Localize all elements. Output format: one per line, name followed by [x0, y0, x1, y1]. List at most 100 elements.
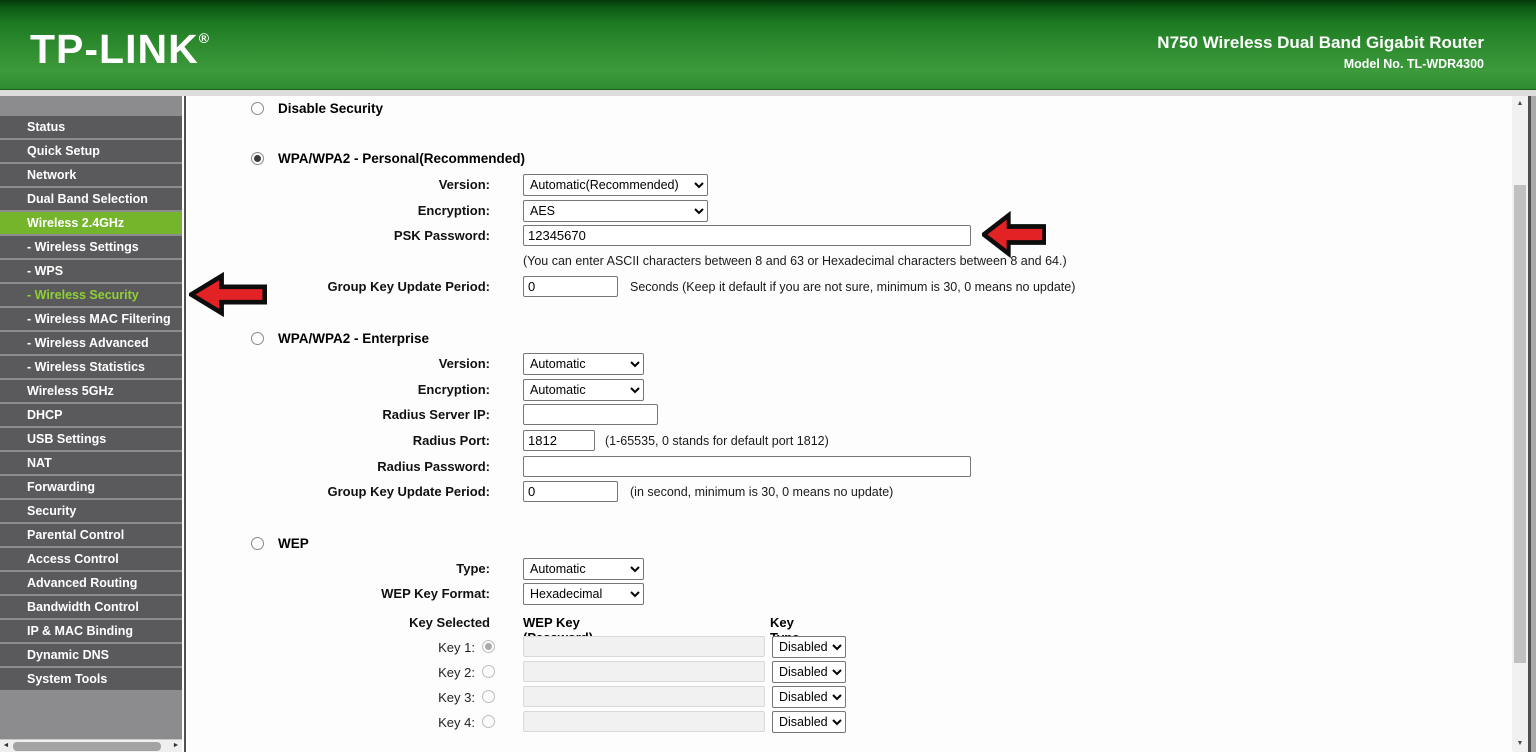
key3-radio[interactable] [482, 690, 495, 703]
wpa-enterprise-option[interactable]: WPA/WPA2 - Enterprise [251, 330, 429, 347]
ent-encryption-select[interactable]: Automatic [523, 379, 644, 401]
sidebar-item-wireless-statistics[interactable]: - Wireless Statistics [0, 356, 182, 378]
wep-key-format-label: WEP Key Format: [381, 586, 490, 601]
disable-security-radio[interactable] [251, 102, 264, 115]
key2-input[interactable] [523, 661, 765, 682]
key2-label: Key 2: [438, 665, 475, 680]
radius-port-hint: (1-65535, 0 stands for default port 1812… [605, 434, 829, 448]
key3-label: Key 3: [438, 690, 475, 705]
ent-version-label: Version: [438, 356, 490, 371]
key-selected-header: Key Selected [409, 615, 490, 630]
sidebar-item-wireless-mac-filtering[interactable]: - Wireless MAC Filtering [0, 308, 182, 330]
radius-password-label: Radius Password: [377, 459, 490, 474]
sidebar-item-wireless-security[interactable]: - Wireless Security [0, 284, 182, 306]
radius-password-input[interactable] [523, 456, 971, 477]
sidebar-horizontal-scrollbar[interactable]: ◄ ► [0, 739, 182, 752]
version-select[interactable]: Automatic(Recommended) [523, 174, 708, 196]
key1-input[interactable] [523, 636, 765, 657]
ent-group-key-update-input[interactable] [523, 481, 618, 502]
psk-password-hint: (You can enter ASCII characters between … [523, 254, 1067, 268]
sidebar-item-dhcp[interactable]: DHCP [0, 404, 182, 426]
sidebar-item-forwarding[interactable]: Forwarding [0, 476, 182, 498]
sidebar-item-access-control[interactable]: Access Control [0, 548, 182, 570]
sidebar-divider [184, 96, 186, 752]
encryption-select[interactable]: AES [523, 200, 708, 222]
key1-radio[interactable] [482, 640, 495, 653]
radius-server-ip-input[interactable] [523, 404, 658, 425]
sidebar-item-wps[interactable]: - WPS [0, 260, 182, 282]
key2-radio[interactable] [482, 665, 495, 678]
wep-radio[interactable] [251, 537, 264, 550]
key3-input[interactable] [523, 686, 765, 707]
sidebar-item-wireless-24ghz[interactable]: Wireless 2.4GHz [0, 212, 182, 234]
sidebar-item-security[interactable]: Security [0, 500, 182, 522]
ent-version-select[interactable]: Automatic [523, 353, 644, 375]
ent-group-key-update-hint: (in second, minimum is 30, 0 means no up… [630, 485, 894, 499]
tplink-logo: TP-LINK® [30, 26, 210, 73]
disable-security-label: Disable Security [278, 101, 384, 116]
router-admin-page: TP-LINK® N750 Wireless Dual Band Gigabit… [0, 0, 1536, 752]
sidebar-item-quick-setup[interactable]: Quick Setup [0, 140, 182, 162]
sidebar-item-network[interactable]: Network [0, 164, 182, 186]
sidebar-item-wireless-settings[interactable]: - Wireless Settings [0, 236, 182, 258]
wpa-enterprise-radio[interactable] [251, 332, 264, 345]
sidebar-menu: Status Quick Setup Network Dual Band Sel… [0, 96, 182, 752]
vertical-scrollbar[interactable]: ▲ ▼ [1512, 96, 1528, 752]
horizontal-scrollbar-thumb[interactable] [13, 742, 161, 751]
sidebar-item-dynamic-dns[interactable]: Dynamic DNS [0, 644, 182, 666]
radius-port-label: Radius Port: [412, 433, 490, 448]
sidebar-item-wireless-advanced[interactable]: - Wireless Advanced [0, 332, 182, 354]
sidebar-item-usb-settings[interactable]: USB Settings [0, 428, 182, 450]
wpa-personal-label: WPA/WPA2 - Personal(Recommended) [278, 151, 526, 166]
sidebar-item-nat[interactable]: NAT [0, 452, 182, 474]
sidebar-item-status[interactable]: Status [0, 116, 182, 138]
wpa-personal-option[interactable]: WPA/WPA2 - Personal(Recommended) [251, 150, 525, 167]
sidebar-item-bandwidth-control[interactable]: Bandwidth Control [0, 596, 182, 618]
key4-radio[interactable] [482, 715, 495, 728]
scroll-right-icon[interactable]: ► [171, 742, 181, 749]
wireless-security-form: Disable Security WPA/WPA2 - Personal(Rec… [187, 96, 1512, 752]
ent-encryption-label: Encryption: [417, 382, 490, 397]
wep-option[interactable]: WEP [251, 535, 309, 552]
key3-type-select[interactable]: Disabled [772, 686, 846, 708]
psk-password-input[interactable] [523, 225, 971, 246]
wpa-enterprise-label: WPA/WPA2 - Enterprise [278, 331, 430, 346]
sidebar-item-advanced-routing[interactable]: Advanced Routing [0, 572, 182, 594]
radius-server-ip-label: Radius Server IP: [382, 407, 490, 422]
vertical-scrollbar-thumb[interactable] [1514, 185, 1526, 663]
scroll-down-icon[interactable]: ▼ [1512, 736, 1528, 751]
sidebar-item-wireless-5ghz[interactable]: Wireless 5GHz [0, 380, 182, 402]
sidebar-item-system-tools[interactable]: System Tools [0, 668, 182, 690]
wpa-personal-radio[interactable] [251, 152, 264, 165]
right-edge-strip [1531, 96, 1536, 752]
product-title: N750 Wireless Dual Band Gigabit Router [1157, 33, 1484, 52]
sidebar-item-ip-mac-binding[interactable]: IP & MAC Binding [0, 620, 182, 642]
version-label: Version: [438, 177, 490, 192]
key1-label: Key 1: [438, 640, 475, 655]
encryption-label: Encryption: [417, 203, 490, 218]
wep-label: WEP [278, 536, 309, 551]
logo-text: TP-LINK [30, 26, 199, 72]
group-key-update-label: Group Key Update Period: [327, 279, 490, 294]
key4-input[interactable] [523, 711, 765, 732]
key4-type-select[interactable]: Disabled [772, 711, 846, 733]
header-product-info: N750 Wireless Dual Band Gigabit Router M… [1157, 33, 1484, 71]
group-key-update-input[interactable] [523, 276, 618, 297]
wep-type-label: Type: [456, 561, 490, 576]
wep-type-select[interactable]: Automatic [523, 558, 644, 580]
scroll-up-icon[interactable]: ▲ [1512, 96, 1528, 111]
wep-key-format-select[interactable]: Hexadecimal [523, 583, 644, 605]
psk-password-label: PSK Password: [393, 228, 490, 243]
sidebar-item-dual-band-selection[interactable]: Dual Band Selection [0, 188, 182, 210]
radius-port-input[interactable] [523, 430, 595, 451]
key4-label: Key 4: [438, 715, 475, 730]
registered-mark: ® [198, 30, 211, 46]
key2-type-select[interactable]: Disabled [772, 661, 846, 683]
group-key-update-hint: Seconds (Keep it default if you are not … [630, 280, 1076, 294]
sidebar-item-parental-control[interactable]: Parental Control [0, 524, 182, 546]
ent-group-key-update-label: Group Key Update Period: [327, 484, 490, 499]
disable-security-option[interactable]: Disable Security [251, 100, 383, 117]
scroll-left-icon[interactable]: ◄ [1, 742, 11, 749]
key1-type-select[interactable]: Disabled [772, 636, 846, 658]
